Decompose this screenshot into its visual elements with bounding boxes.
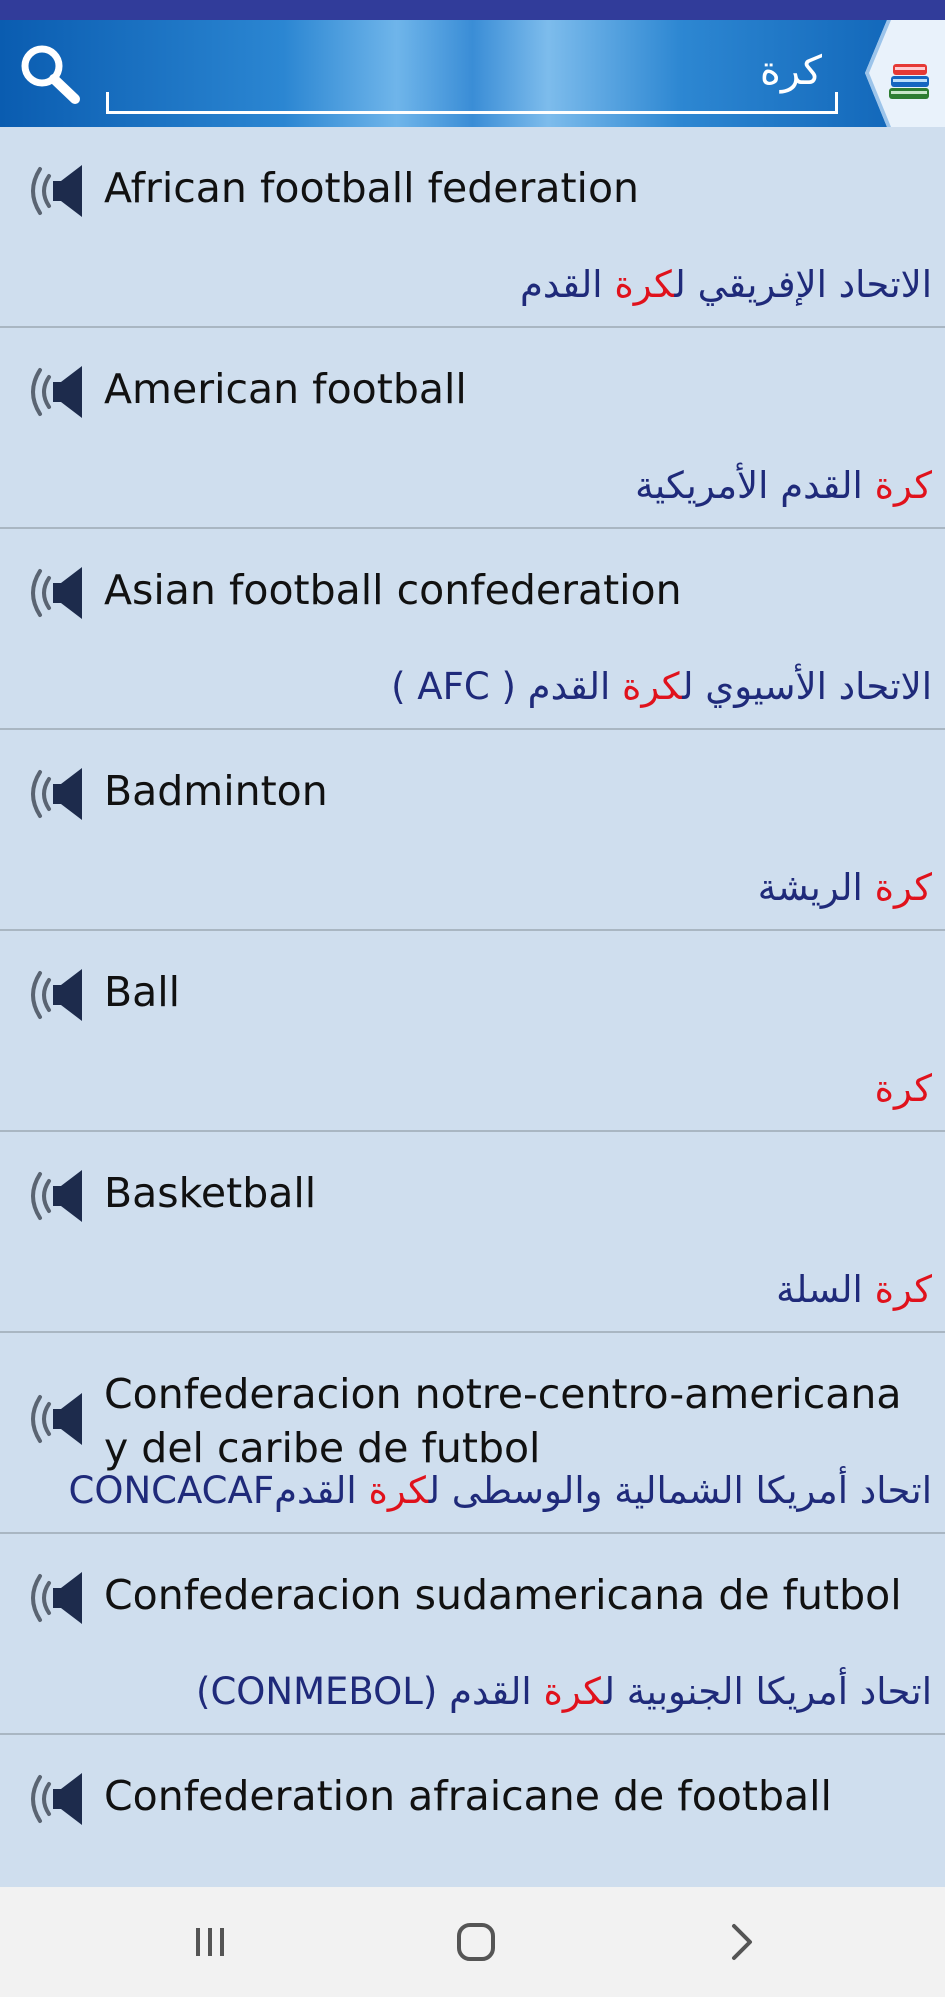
highlighted-match: كرة: [874, 464, 932, 507]
english-term: Confederacion sudamericana de futbol: [104, 1571, 902, 1619]
list-item[interactable]: Confederation afraicane de football: [0, 1735, 945, 1887]
highlighted-match: كرة: [874, 866, 932, 909]
arabic-translation: كرة الريشة: [20, 866, 932, 909]
english-term: Asian football confederation: [104, 566, 682, 614]
english-term: American football: [104, 365, 467, 413]
arabic-translation: الاتحاد الأسيوي لكرة القدم ( AFC ): [20, 665, 932, 708]
arabic-translation: اتحاد أمريكا الشمالية والوسطى لكرة القدم…: [20, 1469, 932, 1512]
translation-text: اتحاد أمريكا الجنوبية ل: [603, 1670, 932, 1713]
english-term: Ball: [104, 968, 181, 1016]
list-item[interactable]: American football كرة القدم الأمريكية: [0, 328, 945, 529]
highlighted-match: كرة: [874, 1067, 932, 1110]
list-item[interactable]: Confederacion notre-centro-americana y d…: [0, 1333, 945, 1534]
speaker-icon[interactable]: [24, 1568, 88, 1628]
list-item[interactable]: Badminton كرة الريشة: [0, 730, 945, 931]
home-button[interactable]: [446, 1912, 506, 1972]
translation-text: القدم ( AFC ): [391, 665, 623, 708]
translation-text: اتحاد أمريكا الشمالية والوسطى ل: [428, 1469, 932, 1512]
translation-text: القدم الأمريكية: [635, 464, 875, 507]
books-icon: [865, 20, 945, 127]
search-button[interactable]: [14, 42, 86, 108]
highlighted-match: كرة: [614, 263, 675, 306]
highlighted-match: كرة: [622, 665, 683, 708]
search-field[interactable]: [106, 42, 838, 114]
speaker-icon[interactable]: [24, 764, 88, 824]
highlighted-match: كرة: [874, 1268, 932, 1311]
arabic-translation: الاتحاد الإفريقي لكرة القدم: [20, 263, 932, 306]
search-icon: [21, 45, 80, 104]
speaker-icon[interactable]: [24, 1166, 88, 1226]
translation-text: السلة: [776, 1268, 875, 1311]
home-icon: [457, 1923, 495, 1961]
highlighted-match: كرة: [368, 1469, 429, 1512]
list-item[interactable]: African football federation الاتحاد الإفر…: [0, 127, 945, 328]
speaker-icon[interactable]: [24, 965, 88, 1025]
arabic-translation: كرة القدم الأمريكية: [20, 464, 932, 507]
list-item[interactable]: Asian football confederation الاتحاد الأس…: [0, 529, 945, 730]
english-term: Confederacion notre-centro-americana y d…: [104, 1370, 902, 1472]
english-term: Badminton: [104, 767, 328, 815]
speaker-icon[interactable]: [24, 1389, 88, 1449]
back-icon: [732, 1924, 752, 1960]
list-item[interactable]: Basketball كرة السلة: [0, 1132, 945, 1333]
english-term: Confederation afraicane de football: [104, 1772, 832, 1820]
speaker-icon[interactable]: [24, 161, 88, 221]
navigation-bar: [0, 1887, 945, 1997]
translation-text: الاتحاد الإفريقي ل: [674, 263, 932, 306]
translation-text: القدم (CONMEBOL): [196, 1670, 544, 1713]
speaker-icon[interactable]: [24, 563, 88, 623]
list-item[interactable]: Confederacion sudamericana de futbol اتحا…: [0, 1534, 945, 1735]
status-bar: [0, 0, 945, 20]
back-button[interactable]: [712, 1912, 772, 1972]
highlighted-match: كرة: [543, 1670, 604, 1713]
recents-button[interactable]: [180, 1912, 240, 1972]
translation-text: الاتحاد الأسيوي ل: [682, 665, 932, 708]
english-term: Basketball: [104, 1169, 317, 1217]
list-item[interactable]: Ball كرة: [0, 931, 945, 1132]
arabic-translation: كرة: [20, 1067, 932, 1110]
translation-text: القدمCONCACAF: [68, 1469, 369, 1512]
arabic-translation: كرة السلة: [20, 1268, 932, 1311]
recents-icon: [196, 1928, 224, 1956]
arabic-translation: اتحاد أمريكا الجنوبية لكرة القدم (CONMEB…: [20, 1670, 932, 1713]
english-term: African football federation: [104, 164, 640, 212]
translation-text: القدم: [519, 263, 615, 306]
app-logo[interactable]: [865, 20, 945, 127]
results-list[interactable]: African football federation الاتحاد الإفر…: [0, 127, 945, 1887]
search-underline: [106, 92, 838, 114]
translation-text: الريشة: [757, 866, 875, 909]
speaker-icon[interactable]: [24, 362, 88, 422]
search-header: [0, 20, 945, 127]
speaker-icon[interactable]: [24, 1769, 88, 1829]
